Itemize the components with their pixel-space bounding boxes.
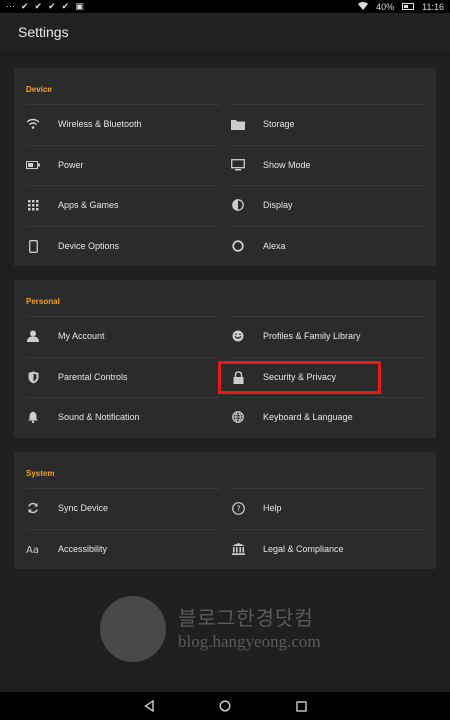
battery-icon xyxy=(26,158,40,172)
watermark-korean-text: 블로그한경닷컴 xyxy=(178,608,314,630)
item-label: Help xyxy=(263,503,282,513)
item-label: Display xyxy=(263,200,293,210)
item-label: Sound & Notification xyxy=(58,412,140,422)
recents-button[interactable] xyxy=(294,699,308,713)
item-power[interactable]: Power xyxy=(14,145,219,185)
item-display[interactable]: Display xyxy=(219,185,424,225)
grid-icon xyxy=(26,198,40,212)
sync-icon xyxy=(26,501,40,515)
page-title: Settings xyxy=(18,24,69,40)
personal-section: Personal My Account Profiles & Family Li… xyxy=(14,280,436,438)
nav-bar xyxy=(0,692,450,720)
item-alexa[interactable]: Alexa xyxy=(219,226,424,266)
battery-icon xyxy=(402,3,415,10)
watermark-url-text: blog.hangyeong.com xyxy=(178,632,321,651)
item-profiles-family-library[interactable]: Profiles & Family Library xyxy=(219,316,424,356)
item-accessibility[interactable]: Aa Accessibility xyxy=(14,529,219,569)
svg-text:?: ? xyxy=(236,504,240,513)
watermark: 블로그한경닷컴 blog.hangyeong.com xyxy=(100,596,370,666)
item-label: Storage xyxy=(263,119,295,129)
battery-percent: 40% xyxy=(376,1,395,12)
item-label: Security & Privacy xyxy=(263,372,337,382)
app-header: Settings xyxy=(0,13,450,51)
item-label: Apps & Games xyxy=(58,200,119,210)
device-section: Device Wireless & Bluetooth Storage Powe… xyxy=(14,68,436,266)
person-icon xyxy=(26,329,40,343)
item-label: Sync Device xyxy=(58,503,109,513)
check-icon: ✔ xyxy=(48,1,56,11)
item-keyboard-language[interactable]: Keyboard & Language xyxy=(219,397,424,437)
item-storage[interactable]: Storage xyxy=(219,104,424,144)
help-icon: ? xyxy=(231,501,245,515)
item-label: Device Options xyxy=(58,241,120,251)
item-show-mode[interactable]: Show Mode xyxy=(219,145,424,185)
check-icon: ✔ xyxy=(34,1,43,11)
item-apps-games[interactable]: Apps & Games xyxy=(14,185,219,225)
section-title-device: Device xyxy=(26,85,52,94)
item-security-privacy[interactable]: Security & Privacy xyxy=(219,357,424,397)
globe-icon xyxy=(231,410,245,424)
contrast-icon xyxy=(231,198,245,212)
home-button[interactable] xyxy=(218,699,232,713)
shield-icon xyxy=(26,370,40,384)
monitor-icon xyxy=(231,158,245,172)
item-sound-notification[interactable]: Sound & Notification xyxy=(14,397,219,437)
notification-icons: ··· ✔ ✔ ✔ ✔ ▣ xyxy=(6,2,84,11)
item-label: Power xyxy=(58,160,84,170)
item-legal-compliance[interactable]: Legal & Compliance xyxy=(219,529,424,569)
item-label: Alexa xyxy=(263,241,286,251)
section-title-personal: Personal xyxy=(26,297,60,306)
folder-icon xyxy=(231,117,245,131)
item-sync-device[interactable]: Sync Device xyxy=(14,488,219,528)
bell-icon xyxy=(26,410,40,424)
check-icon: ✔ xyxy=(21,1,29,11)
item-label: Legal & Compliance xyxy=(263,544,344,554)
item-label: Show Mode xyxy=(263,160,311,170)
item-label: Wireless & Bluetooth xyxy=(58,119,142,129)
bank-icon xyxy=(231,542,245,556)
back-button[interactable] xyxy=(142,699,156,713)
item-label: Keyboard & Language xyxy=(263,412,353,422)
item-parental-controls[interactable]: Parental Controls xyxy=(14,357,219,397)
clock: 11:16 xyxy=(422,1,444,12)
item-label: My Account xyxy=(58,331,105,341)
item-label: Profiles & Family Library xyxy=(263,331,361,341)
item-label: Accessibility xyxy=(58,544,108,554)
system-section: System Sync Device ? Help Aa Accessibili… xyxy=(14,452,436,569)
svg-text:Aa: Aa xyxy=(26,545,39,554)
status-bar: ··· ✔ ✔ ✔ ✔ ▣ 40% 11:16 xyxy=(0,0,450,13)
lock-icon xyxy=(231,370,245,384)
item-help[interactable]: ? Help xyxy=(219,488,424,528)
image-icon: ▣ xyxy=(75,1,84,11)
section-title-system: System xyxy=(26,469,55,478)
wifi-icon xyxy=(26,117,40,131)
check-icon: ✔ xyxy=(61,1,70,11)
sidebar-item-wireless-bluetooth[interactable]: Wireless & Bluetooth xyxy=(14,104,219,144)
tablet-icon xyxy=(26,239,40,253)
item-label: Parental Controls xyxy=(58,372,128,382)
smiley-icon xyxy=(231,329,245,343)
more-dots-icon: ··· xyxy=(6,1,15,11)
watermark-logo-icon xyxy=(100,596,166,662)
item-my-account[interactable]: My Account xyxy=(14,316,219,356)
wifi-signal-icon xyxy=(358,1,369,12)
font-size-icon: Aa xyxy=(26,542,40,556)
item-device-options[interactable]: Device Options xyxy=(14,226,219,266)
alexa-ring-icon xyxy=(231,239,245,253)
